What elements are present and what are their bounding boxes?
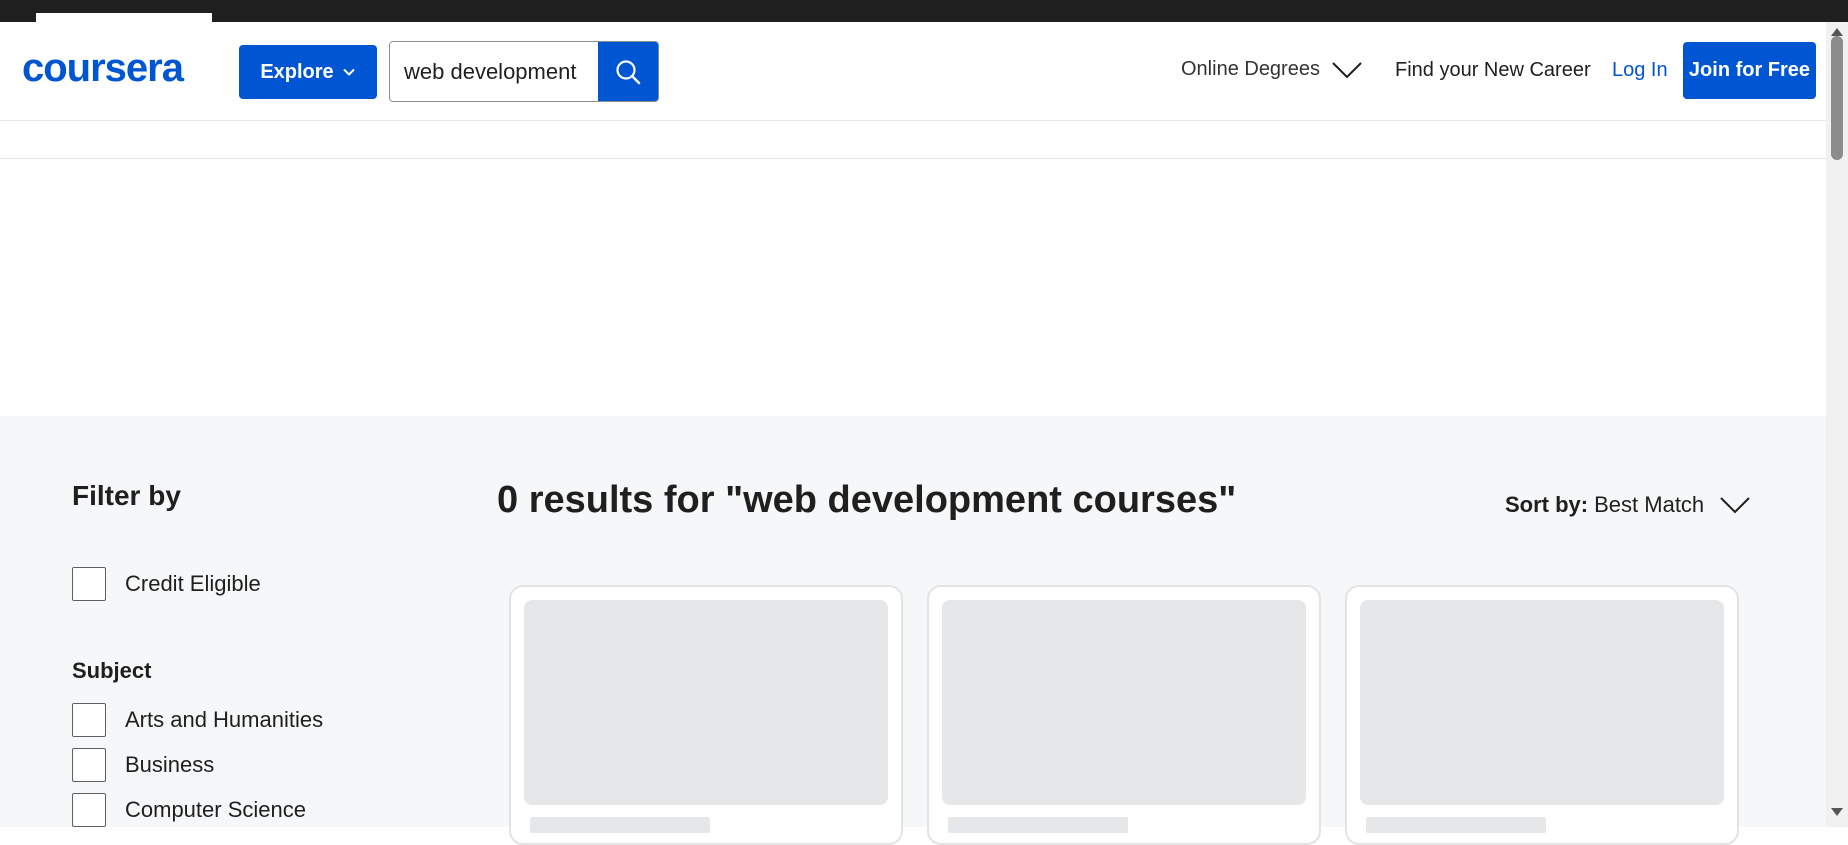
course-card-skeleton[interactable] bbox=[509, 585, 903, 845]
explore-label: Explore bbox=[260, 60, 334, 83]
subject-checkbox[interactable] bbox=[72, 793, 106, 827]
browser-top-strip bbox=[0, 0, 1848, 22]
search-box bbox=[389, 41, 659, 102]
scroll-up-arrow-icon[interactable] bbox=[1831, 28, 1843, 36]
subject-filter-title: Subject bbox=[72, 658, 152, 683]
subject-label: Computer Science bbox=[125, 797, 306, 822]
find-career-link[interactable]: Find your New Career bbox=[1395, 59, 1591, 82]
secondary-nav-bar bbox=[0, 121, 1826, 159]
online-degrees-menu[interactable]: Online Degrees bbox=[1181, 58, 1362, 81]
chevron-down-icon bbox=[342, 68, 355, 76]
card-text-placeholder bbox=[1366, 817, 1546, 833]
credit-eligible-label: Credit Eligible bbox=[125, 571, 261, 596]
explore-button[interactable]: Explore bbox=[239, 45, 377, 99]
card-text-placeholder bbox=[530, 817, 710, 833]
search-results-area: Filter by Credit Eligible Subject Arts a… bbox=[0, 416, 1826, 845]
card-text-placeholder bbox=[948, 817, 1128, 833]
coursera-logo[interactable]: coursera bbox=[22, 46, 184, 91]
subject-label: Business bbox=[125, 752, 215, 777]
filter-credit-eligible[interactable]: Credit Eligible bbox=[72, 567, 261, 601]
site-header: coursera Explore Online Degrees Find you… bbox=[0, 22, 1826, 121]
course-card-skeleton[interactable] bbox=[927, 585, 1321, 845]
card-image-placeholder bbox=[1360, 600, 1724, 805]
subject-checkbox[interactable] bbox=[72, 703, 106, 737]
online-degrees-label: Online Degrees bbox=[1181, 58, 1320, 80]
chevron-down-icon bbox=[1332, 61, 1362, 78]
browser-tab[interactable] bbox=[36, 13, 212, 22]
results-heading: 0 results for "web development courses" bbox=[497, 479, 1237, 521]
filter-by-title: Filter by bbox=[72, 480, 181, 511]
scroll-thumb[interactable] bbox=[1831, 36, 1843, 160]
chevron-down-icon bbox=[1720, 497, 1750, 514]
search-icon bbox=[616, 59, 641, 84]
card-image-placeholder bbox=[942, 600, 1306, 805]
subject-label: Arts and Humanities bbox=[125, 707, 324, 732]
subject-checkbox[interactable] bbox=[72, 748, 106, 782]
credit-eligible-checkbox[interactable] bbox=[72, 567, 106, 601]
search-button[interactable] bbox=[598, 42, 658, 101]
filter-subject-item[interactable]: Business bbox=[72, 748, 214, 782]
vertical-scrollbar[interactable] bbox=[1826, 22, 1848, 827]
search-input[interactable] bbox=[390, 42, 600, 101]
card-image-placeholder bbox=[524, 600, 888, 805]
scroll-down-arrow-icon[interactable] bbox=[1831, 808, 1843, 816]
filter-subject-item[interactable]: Computer Science bbox=[72, 793, 306, 827]
filter-subject-item[interactable]: Arts and Humanities bbox=[72, 703, 323, 737]
course-card-skeleton[interactable] bbox=[1345, 585, 1739, 845]
login-link[interactable]: Log In bbox=[1612, 59, 1668, 82]
join-for-free-button[interactable]: Join for Free bbox=[1683, 42, 1816, 99]
sort-dropdown[interactable]: Sort by: Best Match bbox=[1505, 492, 1750, 518]
sort-label: Sort by: bbox=[1505, 492, 1589, 517]
sort-value: Best Match bbox=[1594, 492, 1705, 517]
